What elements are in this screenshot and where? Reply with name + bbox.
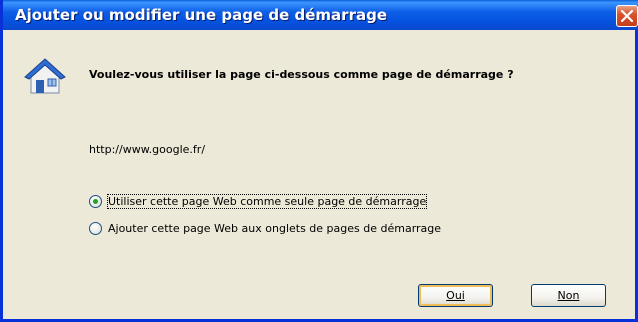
radio-sole-startup-page[interactable]	[89, 194, 102, 208]
option-add-startup-tab-label[interactable]: Ajouter cette page Web aux onglets de pa…	[108, 222, 441, 235]
yes-button[interactable]: Oui	[418, 284, 493, 307]
yes-button-label: Oui	[446, 289, 465, 302]
url-text: http://www.google.fr/	[89, 143, 206, 156]
radio-selected-dot	[93, 198, 98, 204]
no-button[interactable]: Non	[531, 284, 606, 307]
house-icon	[24, 58, 66, 94]
close-icon	[621, 10, 633, 22]
option-add-startup-tab[interactable]: Ajouter cette page Web aux onglets de pa…	[89, 220, 441, 236]
question-text: Voulez-vous utiliser la page ci-dessous …	[89, 68, 514, 81]
option-sole-startup-page[interactable]: Utiliser cette page Web comme seule page…	[89, 193, 428, 209]
option-sole-startup-label[interactable]: Utiliser cette page Web comme seule page…	[106, 193, 428, 209]
dialog-title: Ajouter ou modifier une page de démarrag…	[15, 6, 387, 24]
no-button-label: Non	[557, 289, 580, 302]
radio-add-startup-tab[interactable]	[89, 221, 102, 235]
dialog-window: Ajouter ou modifier une page de démarrag…	[0, 0, 638, 322]
close-button[interactable]	[616, 5, 638, 27]
title-bar[interactable]: Ajouter ou modifier une page de démarrag…	[3, 0, 638, 30]
